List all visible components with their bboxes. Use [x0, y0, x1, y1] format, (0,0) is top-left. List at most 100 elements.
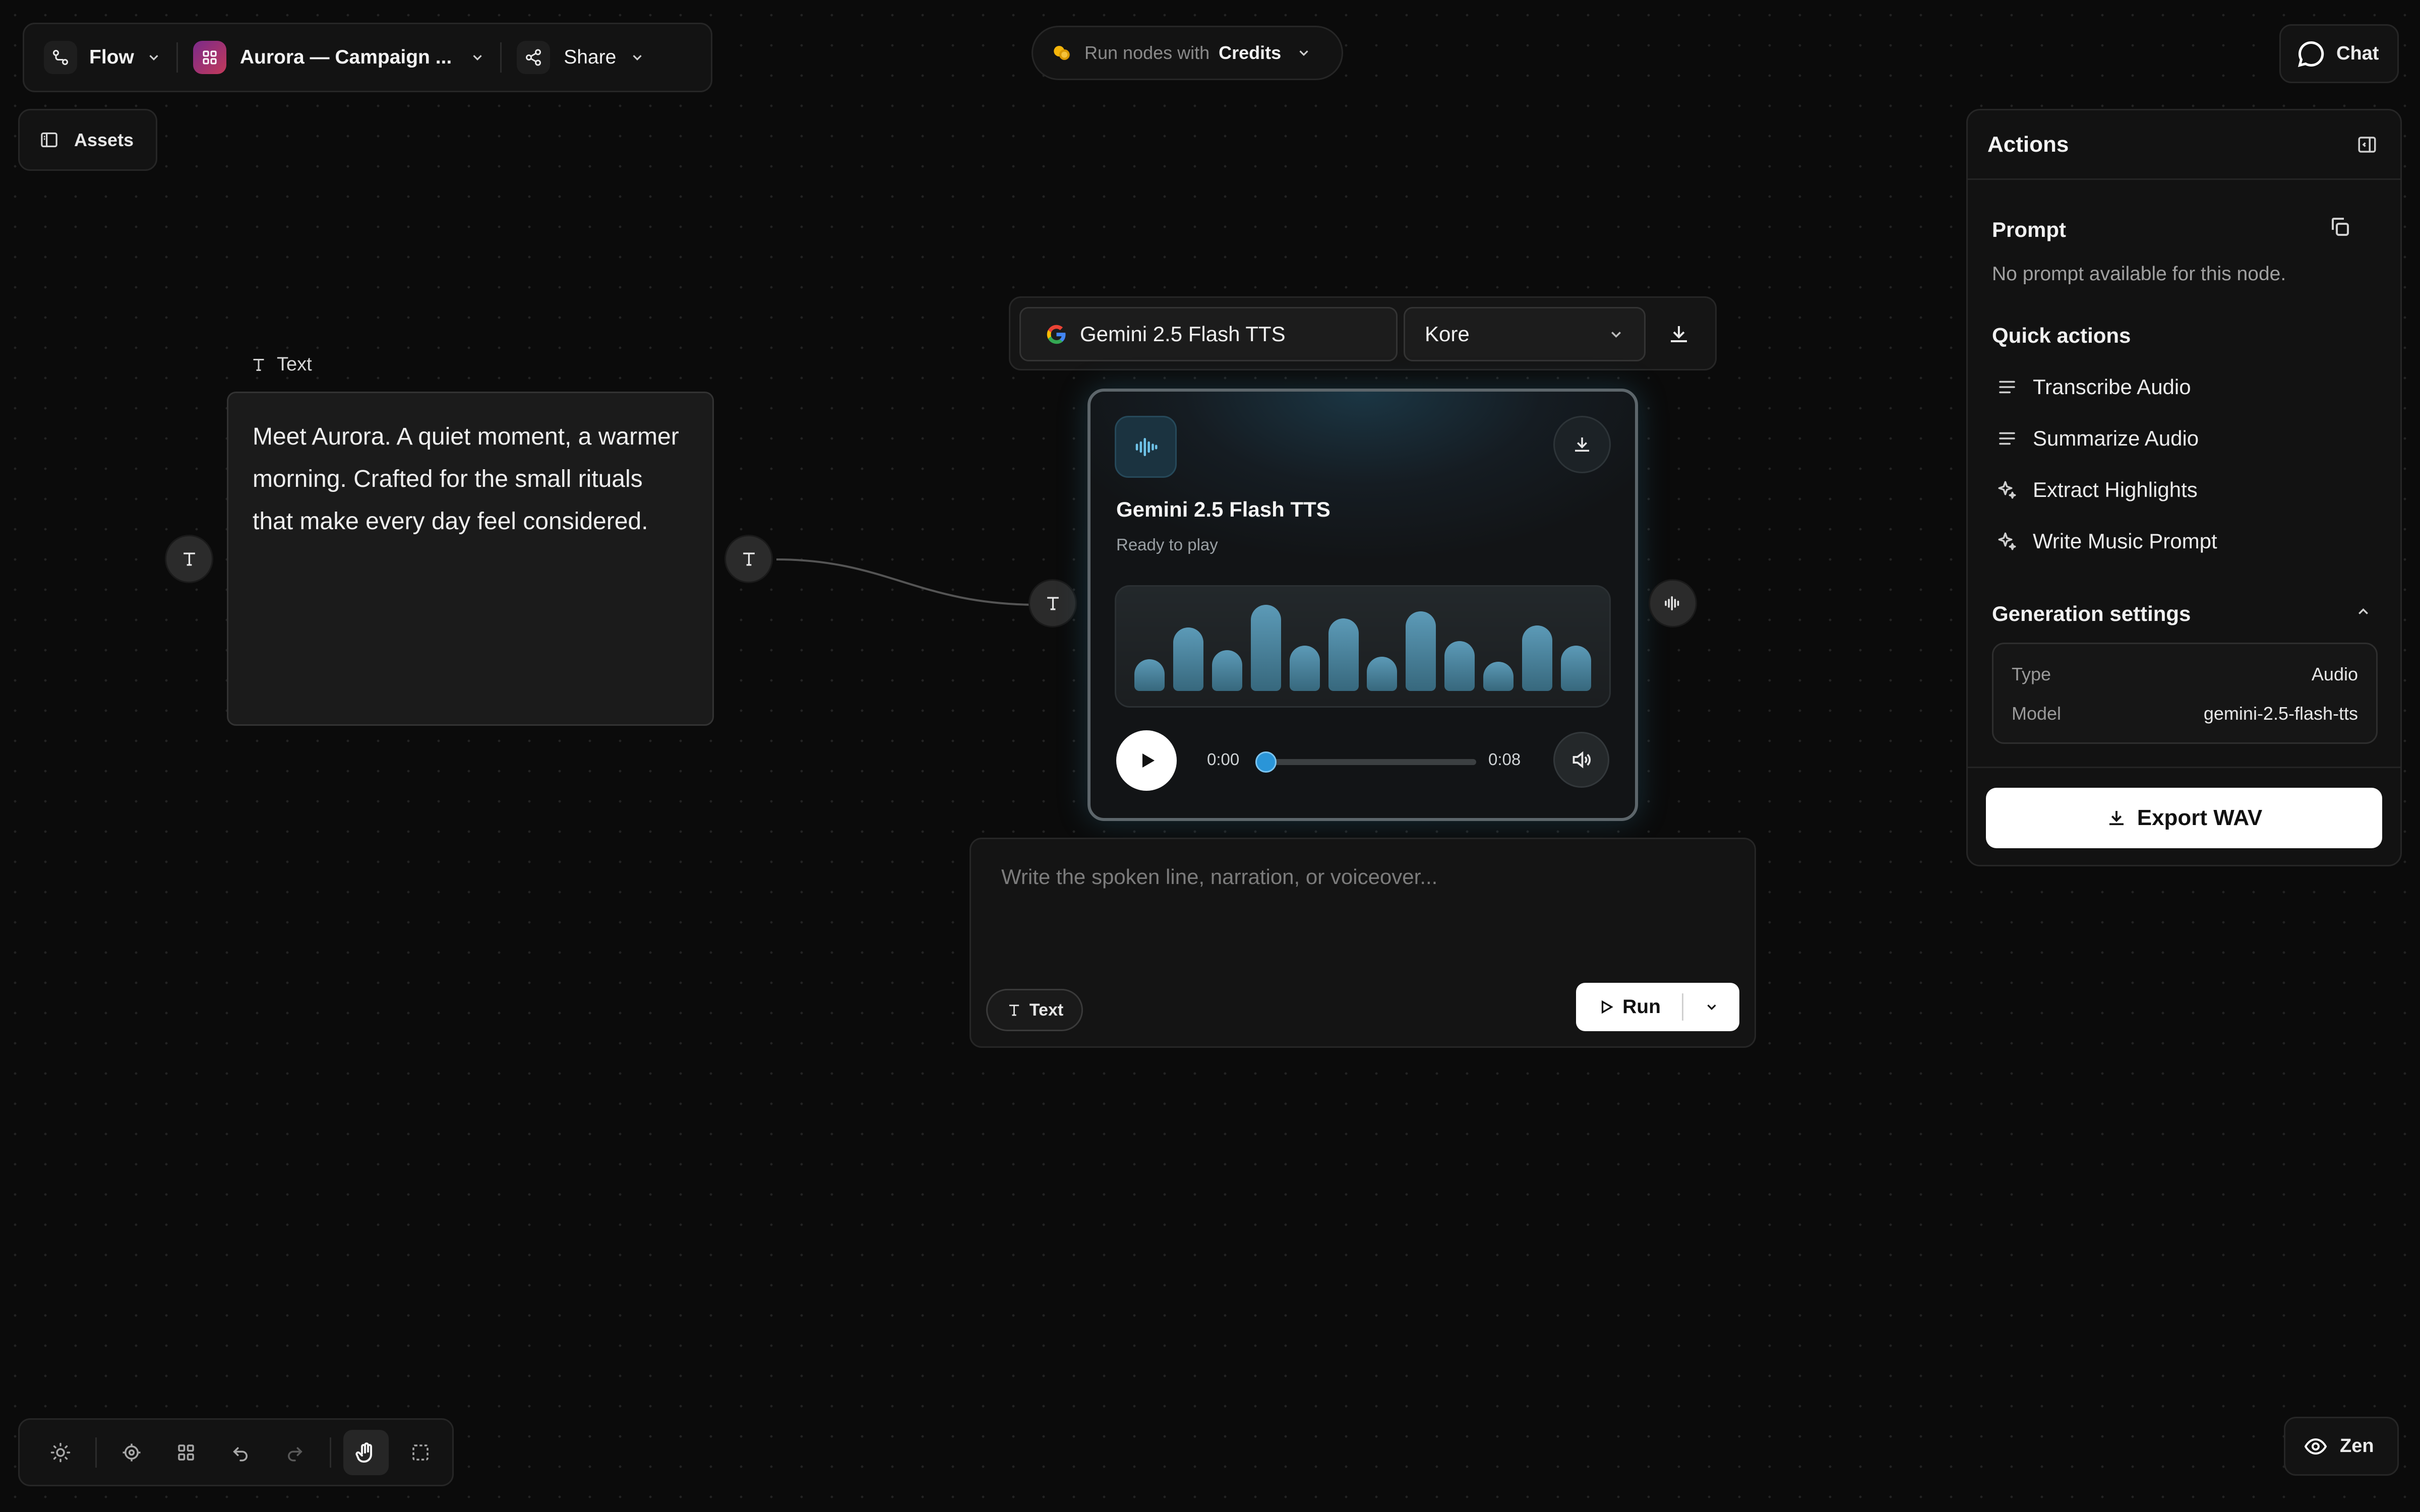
audio-node-title: Gemini 2.5 Flash TTS: [1116, 497, 1330, 521]
setting-row-type: Type Audio: [2012, 655, 2358, 694]
volume-button[interactable]: [1553, 732, 1609, 788]
marquee-select-icon: [412, 1444, 429, 1461]
audio-wave-icon: [1665, 596, 1679, 610]
chevron-up-icon[interactable]: [2355, 603, 2372, 620]
setting-value: Audio: [2311, 664, 2358, 684]
credits-selector[interactable]: Run nodes with Credits: [1032, 26, 1343, 80]
share-menu-button[interactable]: Share: [517, 24, 645, 91]
waveform-bar: [1367, 657, 1398, 691]
chevron-down-icon: [1611, 331, 1621, 338]
time-current: 0:00: [1207, 750, 1240, 769]
setting-row-model: Model gemini-2.5-flash-tts: [2012, 694, 2358, 733]
export-label: Export WAV: [2137, 805, 2263, 830]
grid-button[interactable]: [163, 1430, 209, 1475]
zen-label: Zen: [2340, 1435, 2374, 1457]
voice-name: Kore: [1425, 322, 1470, 346]
waveform-bar: [1406, 611, 1436, 691]
google-g-icon: [1047, 325, 1066, 344]
generation-settings-box: Type Audio Model gemini-2.5-flash-tts: [1992, 643, 2378, 744]
collapse-panel-icon[interactable]: [2356, 134, 2378, 155]
prompt-section-title: Prompt: [1992, 218, 2066, 241]
quick-action-highlights[interactable]: Extract Highlights: [1996, 478, 2198, 502]
play-outline-icon: [1601, 1000, 1613, 1014]
voice-select[interactable]: Kore: [1404, 307, 1646, 361]
theme-toggle-button[interactable]: [38, 1430, 83, 1475]
redo-button[interactable]: [272, 1430, 318, 1475]
text-type-icon: [253, 358, 264, 371]
chevron-down-icon: [1707, 1004, 1716, 1010]
project-grid-icon: [193, 41, 226, 74]
input-type-chip[interactable]: Text: [986, 989, 1083, 1031]
quick-action-music-prompt[interactable]: Write Music Prompt: [1996, 529, 2217, 553]
model-select[interactable]: Gemini 2.5 Flash TTS: [1019, 307, 1398, 361]
audio-text-input-handle[interactable]: [1028, 579, 1077, 627]
flow-menu-button[interactable]: Flow: [44, 24, 161, 91]
chat-label: Chat: [2336, 43, 2379, 64]
run-button[interactable]: Run: [1576, 983, 1682, 1031]
chevron-down-icon: [473, 55, 482, 60]
lines-icon: [1999, 381, 2015, 394]
setting-key: Model: [2012, 703, 2062, 724]
text-node[interactable]: Meet Aurora. A quiet moment, a warmer mo…: [227, 392, 714, 726]
copy-icon: [2332, 218, 2349, 236]
zen-mode-button[interactable]: Zen: [2284, 1417, 2399, 1476]
text-input-handle[interactable]: [165, 535, 213, 583]
prompt-empty-text: No prompt available for this node.: [1992, 263, 2286, 285]
download-button[interactable]: [1655, 311, 1703, 357]
audio-output-handle[interactable]: [1649, 579, 1697, 627]
quick-action-summarize[interactable]: Summarize Audio: [1996, 426, 2199, 451]
seek-thumb[interactable]: [1255, 751, 1277, 773]
waveform-bar: [1522, 625, 1553, 691]
chat-button[interactable]: Chat: [2279, 24, 2399, 83]
copy-prompt-button[interactable]: [2328, 215, 2352, 239]
quick-action-transcribe[interactable]: Transcribe Audio: [1996, 375, 2191, 399]
volume-icon: [1572, 751, 1591, 769]
share-icon: [517, 41, 551, 74]
waveform-bar: [1212, 650, 1242, 691]
undo-button[interactable]: [218, 1430, 263, 1475]
sidebar-panel-icon: [41, 132, 57, 148]
fit-view-button[interactable]: [109, 1430, 154, 1475]
pan-tool-button[interactable]: [343, 1429, 389, 1475]
chevron-down-icon: [1299, 50, 1308, 56]
lines-icon: [1999, 432, 2015, 445]
toolbar-divider: [176, 42, 178, 73]
setting-key: Type: [2012, 664, 2051, 684]
toolbar-divider: [95, 1437, 97, 1468]
assets-button[interactable]: Assets: [18, 109, 157, 171]
text-node-header: Text: [250, 354, 312, 375]
edge-connection: [776, 558, 1039, 606]
top-toolbar: Flow Aurora — Campaign ... Share: [23, 23, 712, 92]
toolbar-divider: [330, 1437, 331, 1468]
hand-icon: [355, 1442, 372, 1463]
prompt-input[interactable]: Write the spoken line, narration, or voi…: [1001, 865, 1437, 889]
play-button[interactable]: [1116, 730, 1177, 791]
export-wav-button[interactable]: Export WAV: [1986, 788, 2382, 848]
redo-icon: [288, 1447, 302, 1461]
run-label: Run: [1622, 996, 1661, 1018]
setting-value: gemini-2.5-flash-tts: [2203, 703, 2358, 724]
model-name: Gemini 2.5 Flash TTS: [1080, 322, 1286, 346]
crosshair-icon: [123, 1443, 141, 1461]
flow-label: Flow: [89, 46, 134, 68]
run-button-group: Run: [1576, 983, 1739, 1031]
waveform-bar: [1250, 605, 1281, 691]
audio-node-status: Ready to play: [1116, 535, 1218, 554]
toolbar-divider: [500, 42, 502, 73]
text-node-content: Meet Aurora. A quiet moment, a warmer mo…: [253, 423, 679, 535]
audio-download-button[interactable]: [1553, 416, 1611, 473]
project-menu-button[interactable]: Aurora — Campaign ...: [193, 24, 485, 91]
waveform-bar: [1560, 646, 1591, 691]
generation-settings-title[interactable]: Generation settings: [1992, 602, 2191, 626]
run-options-button[interactable]: [1683, 999, 1739, 1015]
time-total: 0:08: [1488, 750, 1521, 769]
waveform-bar: [1134, 659, 1165, 691]
text-output-handle[interactable]: [724, 535, 773, 583]
select-tool-button[interactable]: [398, 1430, 443, 1475]
waveform-bar: [1444, 641, 1475, 691]
waveform: [1115, 585, 1611, 708]
seek-bar[interactable]: [1258, 759, 1476, 765]
undo-icon: [233, 1447, 248, 1461]
waveform-bar: [1289, 646, 1320, 691]
text-type-icon: [183, 552, 195, 565]
